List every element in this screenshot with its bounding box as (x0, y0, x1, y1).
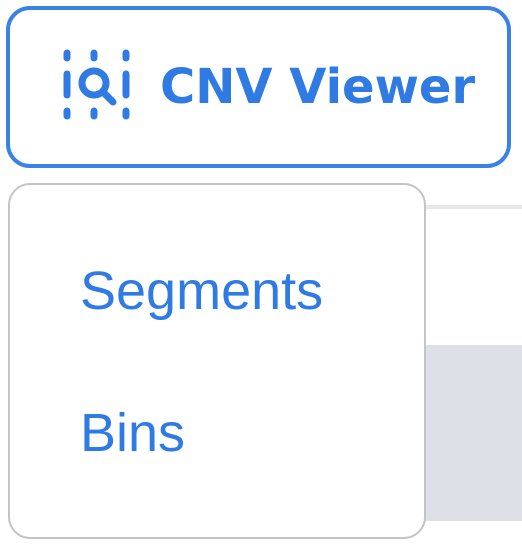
menu-item-segments[interactable]: Segments (10, 251, 424, 331)
header-divider (420, 205, 522, 209)
background-panel (420, 345, 522, 521)
menu-item-bins[interactable]: Bins (10, 393, 424, 473)
app-title: CNV Viewer (160, 59, 476, 115)
app-menu-button[interactable]: CNV Viewer (6, 6, 511, 168)
cnv-chart-search-icon (58, 47, 138, 127)
app-dropdown-menu: Segments Bins (8, 183, 426, 539)
page: CNV Viewer Segments Bins (0, 0, 522, 545)
